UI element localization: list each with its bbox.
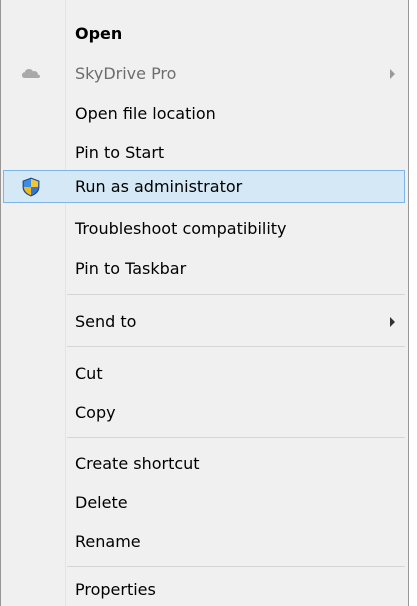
menu-item-cut[interactable]: Cut xyxy=(3,357,405,390)
menu-separator xyxy=(67,294,405,295)
menu-item-label: SkyDrive Pro xyxy=(75,64,177,83)
menu-item-skydrive-pro[interactable]: SkyDrive Pro xyxy=(3,57,405,90)
menu-item-label: Troubleshoot compatibility xyxy=(75,219,287,238)
menu-item-label: Open file location xyxy=(75,104,216,123)
menu-item-label: Rename xyxy=(75,532,141,551)
menu-item-label: Pin to Start xyxy=(75,143,165,162)
menu-item-label: Copy xyxy=(75,403,116,422)
chevron-right-icon xyxy=(390,317,395,327)
chevron-right-icon xyxy=(390,69,395,79)
menu-item-label: Run as administrator xyxy=(75,177,243,196)
uac-shield-icon xyxy=(22,177,40,197)
menu-item-send-to[interactable]: Send to xyxy=(3,305,405,338)
menu-item-copy[interactable]: Copy xyxy=(3,396,405,429)
menu-separator xyxy=(67,566,405,567)
menu-item-troubleshoot-compatibility[interactable]: Troubleshoot compatibility xyxy=(3,212,405,245)
menu-item-open[interactable]: Open xyxy=(3,17,405,50)
menu-item-delete[interactable]: Delete xyxy=(3,486,405,519)
menu-separator xyxy=(67,346,405,347)
menu-item-rename[interactable]: Rename xyxy=(3,525,405,558)
menu-item-label: Cut xyxy=(75,364,103,383)
menu-item-create-shortcut[interactable]: Create shortcut xyxy=(3,447,405,480)
menu-item-label: Open xyxy=(75,24,123,43)
cloud-icon xyxy=(22,69,40,78)
menu-item-pin-to-taskbar[interactable]: Pin to Taskbar xyxy=(3,252,405,285)
menu-item-label: Send to xyxy=(75,312,137,331)
menu-item-label: Delete xyxy=(75,493,128,512)
context-menu: Open SkyDrive Pro Open file location Pin… xyxy=(0,0,409,606)
menu-item-label: Create shortcut xyxy=(75,454,200,473)
menu-item-run-as-administrator[interactable]: Run as administrator xyxy=(3,170,405,203)
menu-item-label: Properties xyxy=(75,580,156,599)
menu-item-pin-to-start[interactable]: Pin to Start xyxy=(3,136,405,169)
menu-item-properties[interactable]: Properties xyxy=(3,573,405,606)
menu-separator xyxy=(67,437,405,438)
menu-item-label: Pin to Taskbar xyxy=(75,259,187,278)
menu-item-open-file-location[interactable]: Open file location xyxy=(3,97,405,130)
